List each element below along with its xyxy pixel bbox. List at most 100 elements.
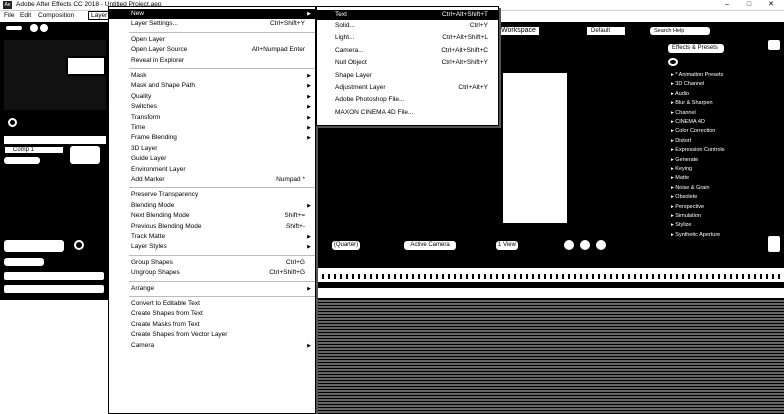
panel-scroll-icon[interactable] [768,236,780,252]
work-area-bar[interactable] [316,282,784,288]
layer-menu-item-layer-settings[interactable]: Layer Settings... Ctrl+Shift+Y [109,19,315,29]
views-dropdown[interactable]: 1 View [496,241,518,250]
layer-menu-item-time[interactable]: Time ▶ [109,123,315,133]
effects-category-noise-grain[interactable]: ▸ Noise & Grain [668,184,713,192]
search-help-field[interactable]: Search Help [650,27,710,35]
new-submenu-item-adjustment-layer[interactable]: Adjustment Layer Ctrl+Alt+Y [317,83,498,93]
effects-category-distort[interactable]: ▸ Distort [668,137,695,145]
menu-item-label: Open Layer [131,35,165,43]
new-submenu-item-adobe-photoshop-file[interactable]: Adobe Photoshop File... [317,95,498,105]
effects-category-synthetic-aperture[interactable]: ▸ Synthetic Aperture [668,231,724,239]
effects-panel-title[interactable]: Effects & Presets [668,44,724,53]
menu-layer[interactable]: Layer [88,11,111,20]
effects-category-animation-presets[interactable]: ▸ * Animation Presets [668,72,727,79]
layer-menu-item-create-shapes-from-text[interactable]: Create Shapes from Text [109,309,315,319]
menu-file[interactable]: File [4,12,14,19]
timeline-switches-row[interactable] [4,272,104,280]
layer-menu-item-environment-layer[interactable]: Environment Layer [109,165,315,175]
submenu-item-label: Solid... [335,22,355,29]
effects-category-keying[interactable]: ▸ Keying [668,166,696,173]
layer-menu-item-create-shapes-from-vector-layer[interactable]: Create Shapes from Vector Layer [109,330,315,340]
3d-draft-icon[interactable] [580,240,590,250]
layer-menu-item-preserve-transparency[interactable]: Preserve Transparency [109,190,315,200]
new-submenu-item-null-object[interactable]: Null Object Ctrl+Alt+Shift+Y [317,58,498,68]
render-queue-tab[interactable] [4,240,64,252]
layer-menu-item-3d-layer[interactable]: 3D Layer [109,144,315,154]
new-submenu-item-camera[interactable]: Camera... Ctrl+Alt+Shift+C [317,46,498,56]
effects-category-stylize[interactable]: ▸ Stylize [668,222,695,230]
layer-menu-item-arrange[interactable]: Arrange ▶ [109,284,315,294]
minimize-button[interactable]: – [716,0,738,10]
panel-menu-icon[interactable] [30,24,38,32]
menu-item-label: Mask and Shape Path [131,82,195,90]
new-submenu-item-light[interactable]: Light... Ctrl+Alt+Shift+L [317,33,498,43]
menu-item-label: 3D Layer [131,144,158,152]
close-button[interactable]: ✕ [760,0,782,10]
comp-thumbnail [66,56,106,76]
effects-category-3d-channel[interactable]: ▸ 3D Channel [668,81,708,89]
effects-search-icon[interactable] [668,58,678,66]
project-item-solids[interactable] [4,157,40,164]
submenu-item-shortcut: Ctrl+Alt+Shift+T [441,11,488,18]
effects-category-blur-sharpen[interactable]: ▸ Blur & Sharpen [668,100,716,108]
layer-menu-item-new[interactable]: New ▶ [109,9,315,19]
workspace-default[interactable]: Default [586,26,626,36]
timeline-graph-area[interactable] [316,300,784,414]
magnification-dropdown[interactable]: (Quarter) [332,241,360,250]
timeline-search-icon[interactable] [74,240,84,250]
camera-dropdown[interactable]: Active Camera [404,241,456,250]
layer-menu-item-layer-styles[interactable]: Layer Styles ▶ [109,242,315,252]
maximize-button[interactable]: □ [738,0,760,10]
layer-menu-item-transform[interactable]: Transform ▶ [109,113,315,123]
new-submenu-item-solid[interactable]: Solid... Ctrl+Y [317,21,498,31]
fast-preview-icon[interactable] [564,240,574,250]
search-icon[interactable] [8,118,17,127]
new-submenu-item-maxon-cinema-4d-file[interactable]: MAXON CINEMA 4D File... [317,108,498,118]
menu-edit[interactable]: Edit [20,12,31,19]
workspace-button[interactable]: Workspace [500,26,540,36]
effects-category-cinema-4d[interactable]: ▸ CINEMA 4D [668,119,708,126]
layer-menu-item-ungroup-shapes[interactable]: Ungroup Shapes Ctrl+Shift+G [109,268,315,278]
submenu-item-label: Null Object [335,59,367,67]
effects-category-expression-controls[interactable]: ▸ Expression Controls [668,147,728,155]
layer-menu-item-mask-and-shape-path[interactable]: Mask and Shape Path ▶ [109,81,315,91]
layer-menu-item-create-masks-from-text[interactable]: Create Masks from Text [109,320,315,330]
effects-category-matte[interactable]: ▸ Matte [668,175,693,183]
effects-category-color-correction[interactable]: ▸ Color Correction [668,128,719,136]
layer-menu-item-track-matte[interactable]: Track Matte ▶ [109,232,315,242]
effects-category-channel[interactable]: ▸ Channel [668,109,699,117]
layer-menu-item-blending-mode[interactable]: Blending Mode ▶ [109,201,315,211]
panel-close-icon[interactable] [40,24,48,32]
layer-menu-item-convert-to-editable-text[interactable]: Convert to Editable Text [109,299,315,309]
panel-expand-icon[interactable] [768,40,780,50]
effects-category-simulation[interactable]: ▸ Simulation [668,213,704,220]
new-submenu-item-text[interactable]: Text Ctrl+Alt+Shift+T [317,10,498,20]
layer-menu-item-open-layer-source[interactable]: Open Layer Source Alt+Numpad Enter [109,45,315,55]
layer-menu-item-mask[interactable]: Mask ▶ [109,71,315,81]
menu-item-label: Guide Layer [131,155,167,163]
effects-category-audio[interactable]: ▸ Audio [668,90,693,98]
layer-menu-item-open-layer[interactable]: Open Layer [109,35,315,45]
layer-menu-item-previous-blending-mode[interactable]: Previous Blending Mode Shift+- [109,222,315,232]
layer-menu-item-reveal-in-explorer[interactable]: Reveal in Explorer [109,56,315,66]
effects-category-perspective[interactable]: ▸ Perspective [668,203,708,211]
effects-category-generate[interactable]: ▸ Generate [668,156,702,164]
layer-menu-item-frame-blending[interactable]: Frame Blending ▶ [109,133,315,143]
project-item-comp[interactable]: Comp 1 [4,146,64,154]
project-tab[interactable] [4,24,24,32]
new-submenu-item-shape-layer[interactable]: Shape Layer [317,71,498,81]
menu-item-shortcut: Shift+- [286,222,305,230]
submenu-arrow-icon: ▶ [307,202,311,209]
layer-menu-item-quality[interactable]: Quality ▶ [109,92,315,102]
menu-composition[interactable]: Composition [38,12,74,19]
effects-category-obsolete[interactable]: ▸ Obsolete [668,194,701,202]
layer-menu-item-group-shapes[interactable]: Group Shapes Ctrl+G [109,258,315,268]
layer-menu-item-camera[interactable]: Camera ▶ [109,341,315,351]
interpret-footage-button[interactable] [70,146,100,164]
layer-menu-item-next-blending-mode[interactable]: Next Blending Mode Shift+= [109,211,315,221]
layer-menu-item-guide-layer[interactable]: Guide Layer [109,154,315,164]
layer-menu-item-add-marker[interactable]: Add Marker Numpad * [109,175,315,185]
layer-menu-item-switches[interactable]: Switches ▶ [109,102,315,112]
timecode-display[interactable] [4,258,44,266]
exposure-icon[interactable] [596,240,606,250]
